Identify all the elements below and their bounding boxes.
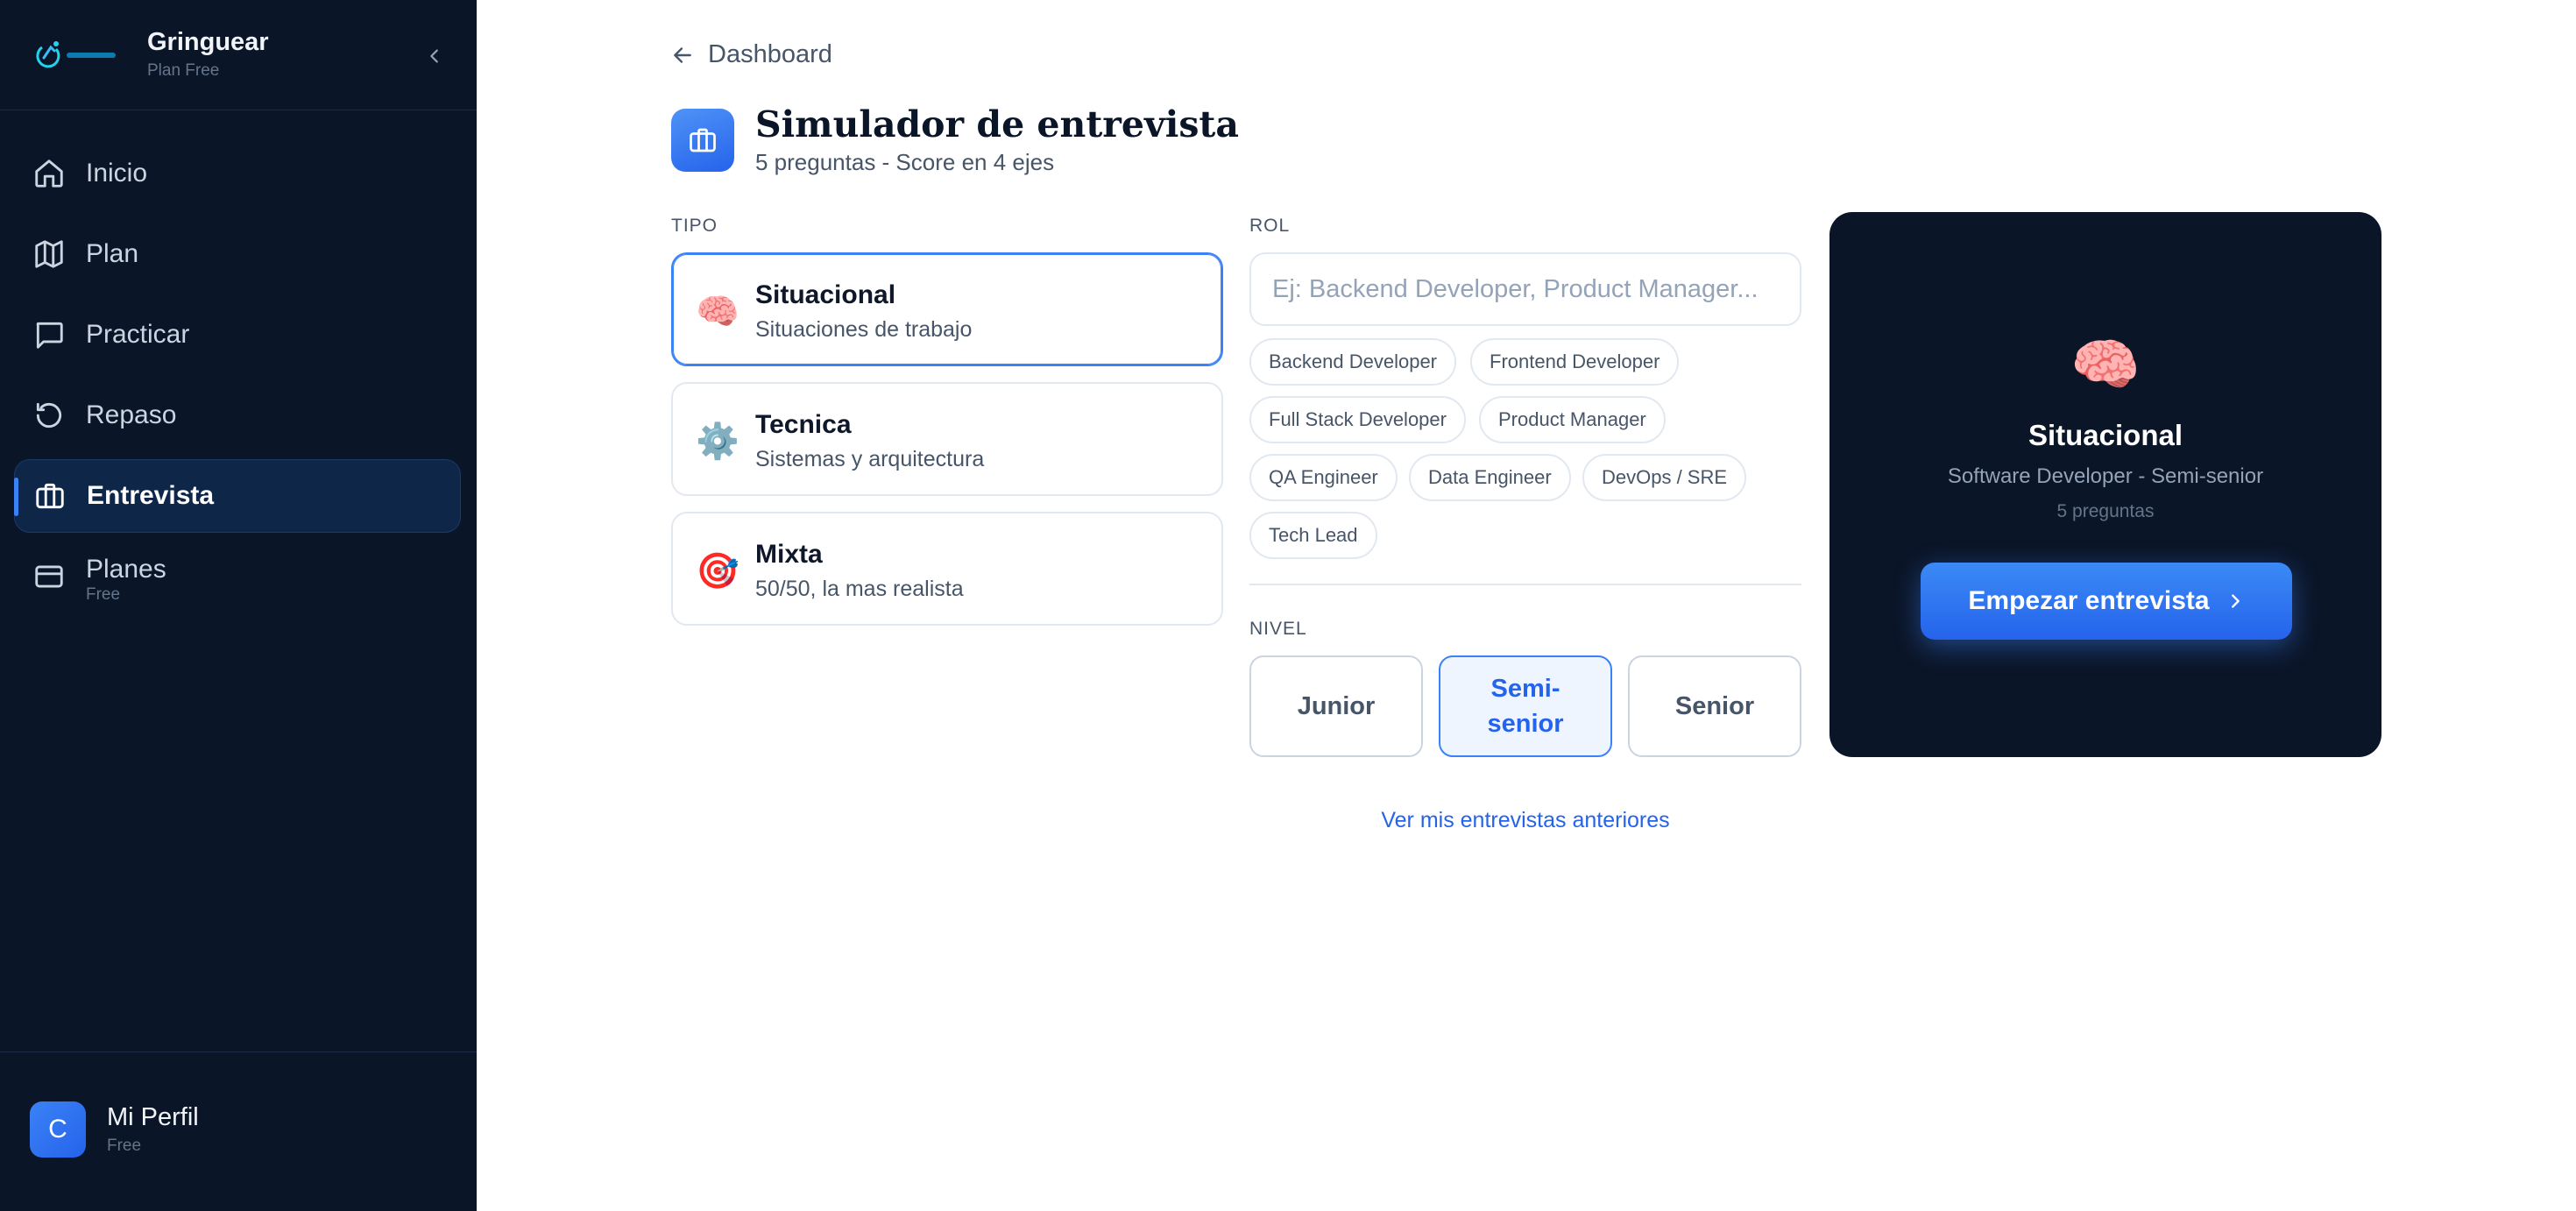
brand-plan: Plan Free xyxy=(147,61,220,80)
sidebar-item-label: Repaso xyxy=(86,400,177,429)
back-to-dashboard-link[interactable]: Dashboard xyxy=(671,40,832,69)
sidebar-item-planes[interactable]: Planes Free xyxy=(14,540,461,613)
arrow-left-icon xyxy=(674,46,691,63)
history-icon xyxy=(32,398,67,433)
sidebar-item-inicio[interactable]: Inicio xyxy=(14,137,461,210)
brain-icon: 🧠 xyxy=(696,293,740,331)
level-option-semi-senior[interactable]: Semi- senior xyxy=(1439,655,1612,757)
brain-icon: 🧠 xyxy=(2070,333,2141,396)
sidebar-nav: Inicio Plan Practicar Repaso Entrevista xyxy=(14,137,461,620)
role-chip[interactable]: Backend Developer xyxy=(1249,338,1457,386)
nivel-label: NIVEL xyxy=(1249,619,1307,639)
home-icon xyxy=(32,156,67,191)
sidebar-item-plan[interactable]: Plan xyxy=(14,217,461,291)
preview-question-count: 5 preguntas xyxy=(2056,501,2155,521)
sidebar-item-label: Plan xyxy=(86,239,139,268)
preview-title: Situacional xyxy=(2028,419,2183,451)
level-option-senior[interactable]: Senior xyxy=(1628,655,1801,757)
level-option-junior[interactable]: Junior xyxy=(1249,655,1423,757)
type-option-mixta[interactable]: 🎯 Mixta 50/50, la mas realista xyxy=(671,512,1223,626)
sidebar-item-label: Practicar xyxy=(86,320,190,349)
role-chip[interactable]: Full Stack Developer xyxy=(1249,396,1466,443)
role-chip[interactable]: Product Manager xyxy=(1479,396,1666,443)
start-interview-label: Empezar entrevista xyxy=(1968,586,2210,615)
preview-subtitle: Software Developer - Semi-senior xyxy=(1947,464,2264,488)
sidebar-item-label: Entrevista xyxy=(87,481,215,510)
sidebar: Gringuear Plan Free Inicio Plan Practica… xyxy=(0,0,477,1211)
tipo-label: TIPO xyxy=(671,216,718,236)
brand-logo-icon xyxy=(36,41,116,68)
chevron-right-icon xyxy=(2231,594,2240,608)
role-input[interactable] xyxy=(1249,252,1801,326)
role-chip[interactable]: Tech Lead xyxy=(1249,512,1377,559)
sidebar-item-label: Planes xyxy=(86,555,166,584)
role-chip[interactable]: DevOps / SRE xyxy=(1582,454,1747,501)
map-icon xyxy=(32,237,67,272)
type-option-tecnica[interactable]: ⚙️ Tecnica Sistemas y arquitectura xyxy=(671,382,1223,496)
type-option-title: Situacional xyxy=(755,280,896,309)
divider xyxy=(1249,584,1801,585)
role-chip[interactable]: Data Engineer xyxy=(1409,454,1571,501)
page-title: Simulador de entrevista xyxy=(755,103,1239,145)
type-option-title: Mixta xyxy=(755,540,823,569)
sidebar-item-repaso[interactable]: Repaso xyxy=(14,379,461,452)
type-option-desc: Situaciones de trabajo xyxy=(755,317,973,342)
back-label: Dashboard xyxy=(708,40,832,68)
brand-header: Gringuear Plan Free xyxy=(0,0,477,110)
previous-interviews-link[interactable]: Ver mis entrevistas anteriores xyxy=(1249,808,1801,833)
briefcase-icon xyxy=(671,109,734,172)
sidebar-item-entrevista[interactable]: Entrevista xyxy=(14,459,461,533)
type-option-situacional[interactable]: 🧠 Situacional Situaciones de trabajo xyxy=(671,252,1223,366)
profile-plan: Free xyxy=(107,1137,142,1155)
type-option-title: Tecnica xyxy=(755,410,852,439)
gear-icon: ⚙️ xyxy=(696,422,740,461)
credit-card-icon xyxy=(32,559,67,594)
sidebar-item-practicar[interactable]: Practicar xyxy=(14,298,461,372)
type-option-desc: Sistemas y arquitectura xyxy=(755,447,985,471)
type-option-desc: 50/50, la mas realista xyxy=(755,577,964,601)
profile-section[interactable]: C Mi Perfil Free xyxy=(0,1052,477,1211)
target-icon: 🎯 xyxy=(696,552,740,591)
chevron-left-icon xyxy=(430,49,438,63)
chat-icon xyxy=(32,317,67,352)
rol-label: ROL xyxy=(1249,216,1291,236)
briefcase-icon xyxy=(32,478,67,513)
avatar: C xyxy=(30,1101,86,1158)
interview-preview-card: 🧠 Situacional Software Developer - Semi-… xyxy=(1829,212,2381,757)
sidebar-item-sublabel: Free xyxy=(86,585,121,604)
collapse-sidebar-button[interactable] xyxy=(417,39,452,74)
role-chip[interactable]: QA Engineer xyxy=(1249,454,1398,501)
sidebar-item-label: Inicio xyxy=(86,159,148,188)
brand-name: Gringuear xyxy=(147,28,269,56)
profile-name: Mi Perfil xyxy=(107,1103,199,1131)
role-chip[interactable]: Frontend Developer xyxy=(1470,338,1680,386)
page-subtitle: 5 preguntas - Score en 4 ejes xyxy=(755,149,1055,175)
start-interview-button[interactable]: Empezar entrevista xyxy=(1921,563,2292,640)
